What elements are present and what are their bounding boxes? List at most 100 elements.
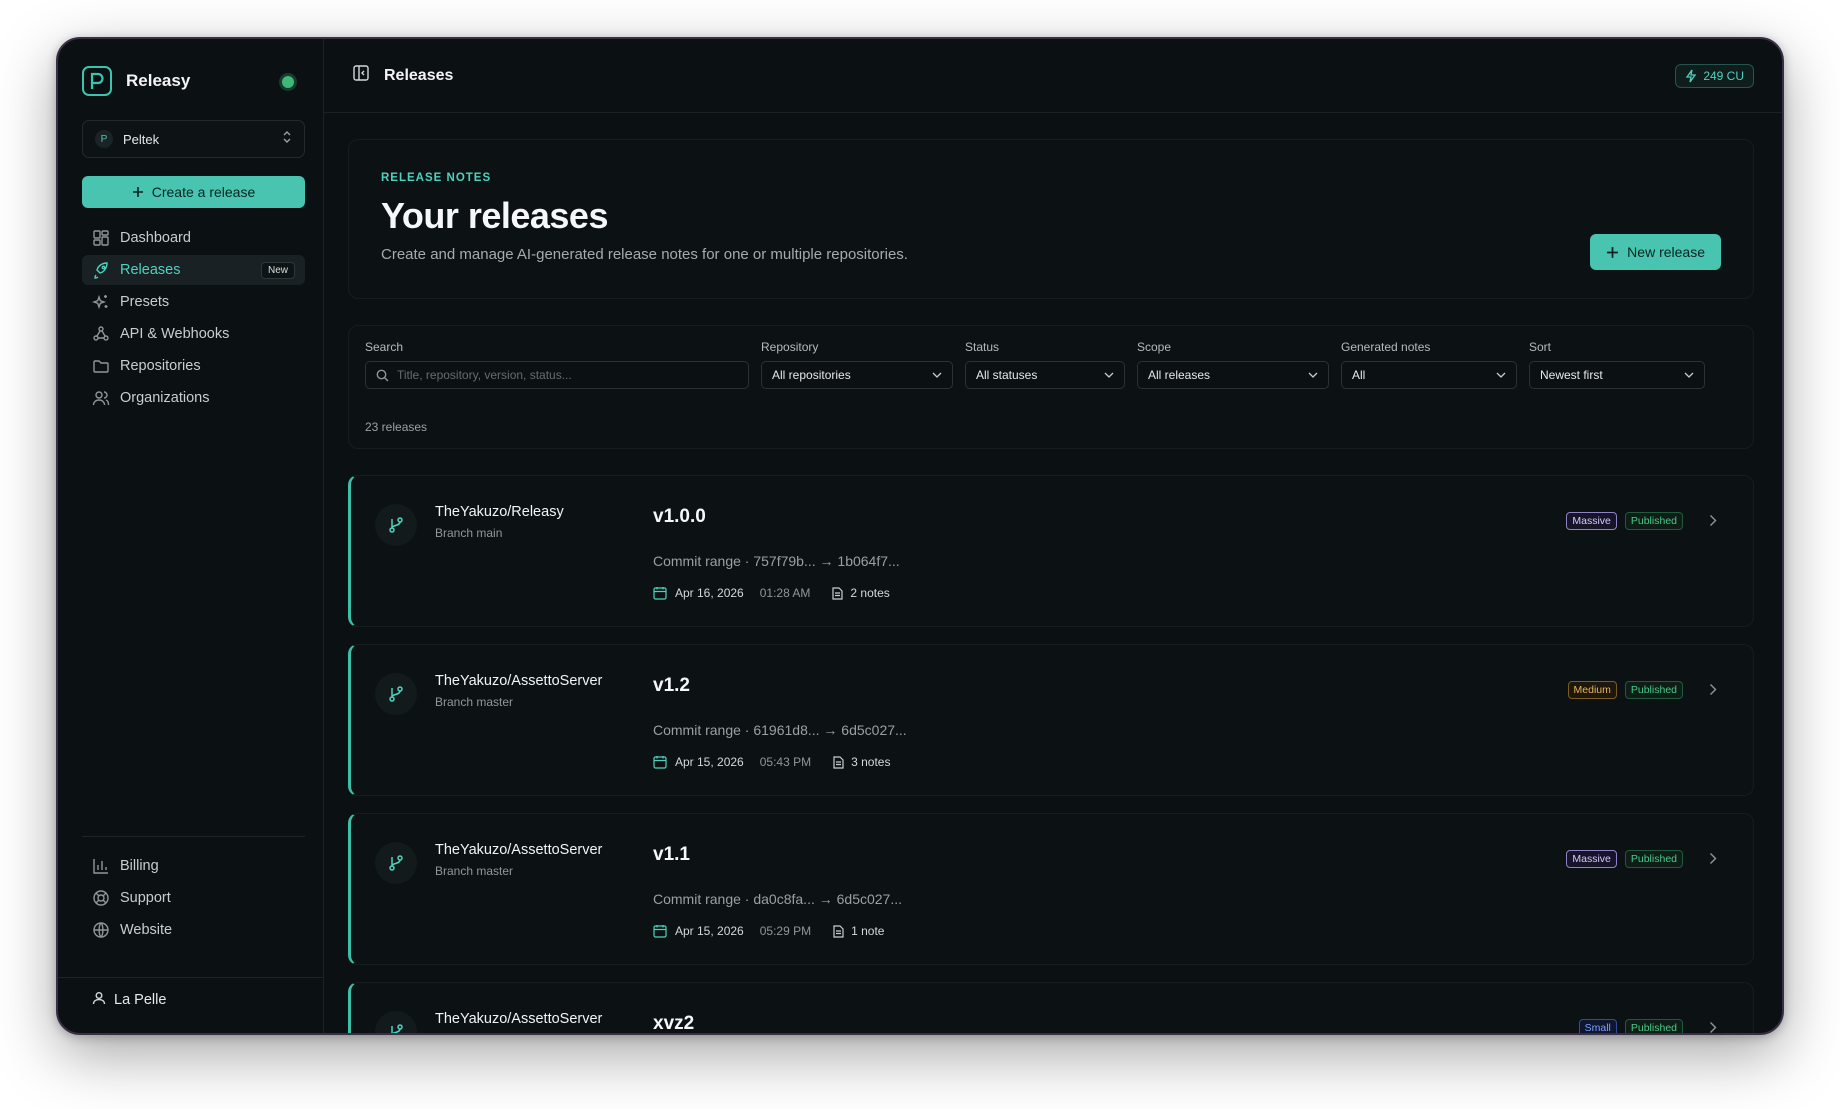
release-version: v1.2 (653, 675, 690, 696)
release-card[interactable]: TheYakuzo/AssettoServer Branch master v1… (348, 813, 1754, 965)
commit-range: Commit range · 757f79b... → 1b064f7... (653, 553, 900, 569)
brand[interactable]: Releasy (82, 66, 190, 96)
release-version: v1.1 (653, 844, 690, 865)
notes-count: 1 note (833, 924, 884, 938)
lifebuoy-icon (92, 889, 110, 907)
new-release-button[interactable]: New release (1590, 234, 1721, 270)
chevron-right-icon[interactable] (1709, 514, 1717, 527)
release-tags: Small Published (1578, 1019, 1683, 1033)
repository-filter: Repository All repositories (761, 340, 953, 389)
release-tags: Medium Published (1567, 681, 1683, 699)
scope-value: All releases (1148, 368, 1211, 382)
repository-value: All repositories (772, 368, 851, 382)
sidebar-item-label: Repositories (120, 358, 201, 374)
search-label: Search (365, 340, 404, 354)
toggle-sidebar-icon[interactable] (352, 64, 370, 87)
sort-label: Sort (1529, 340, 1552, 354)
lightning-icon (1686, 69, 1697, 82)
sidebar-item-label: Website (120, 922, 173, 938)
scope-select[interactable]: All releases (1137, 361, 1329, 389)
document-icon (833, 924, 844, 938)
document-icon (832, 586, 844, 600)
size-badge: Massive (1566, 512, 1617, 530)
release-meta: Apr 15, 2026 05:29 PM 1 note (653, 924, 884, 938)
release-date: Apr 15, 2026 (675, 755, 744, 769)
chevron-down-icon (1684, 372, 1694, 378)
size-badge: Massive (1566, 850, 1617, 868)
user-icon (92, 991, 106, 1009)
sidebar-item-label: Organizations (120, 390, 210, 406)
sidebar-item-label: Support (120, 890, 171, 906)
hero-eyebrow: RELEASE NOTES (381, 172, 492, 184)
release-card[interactable]: TheYakuzo/Releasy Branch main v1.0.0 Com… (348, 475, 1754, 627)
chevron-right-icon[interactable] (1709, 1021, 1717, 1034)
release-time: 05:29 PM (759, 924, 812, 938)
status-badge: Published (1624, 681, 1683, 699)
dashboard-icon (92, 229, 110, 247)
branch-name: Branch master (435, 695, 514, 709)
sidebar-item-label: Releases (120, 262, 181, 278)
sidebar: Releasy P Peltek Create a release Dashbo… (58, 39, 324, 1033)
sidebar-item-label: API & Webhooks (120, 326, 230, 342)
sidebar-item-website[interactable]: Website (82, 915, 305, 945)
globe-icon (92, 921, 110, 939)
notes-count-label: 1 note (851, 924, 885, 938)
status-filter: Status All statuses (965, 340, 1125, 389)
sidebar-item-releases[interactable]: Releases New (82, 255, 305, 285)
notes-count: 2 notes (832, 586, 890, 600)
sort-select[interactable]: Newest first (1529, 361, 1705, 389)
sidebar-item-label: Dashboard (120, 230, 191, 246)
document-icon (833, 755, 844, 769)
notes-count-label: 3 notes (851, 755, 891, 769)
sidebar-item-api-webhooks[interactable]: API & Webhooks (82, 319, 305, 349)
chevron-right-icon[interactable] (1709, 852, 1717, 865)
sidebar-item-presets[interactable]: Presets (82, 287, 305, 317)
status-badge: Published (1624, 850, 1683, 868)
app-name: Releasy (126, 71, 191, 90)
folder-icon (92, 357, 110, 375)
rocket-icon (92, 261, 110, 279)
release-card[interactable]: TheYakuzo/AssettoServer xvz2 Small Publi… (348, 982, 1754, 1034)
generated-notes-filter: Generated notes All (1341, 340, 1517, 389)
commit-range: Commit range · 61961d8... → 6d5c027... (653, 722, 907, 738)
sidebar-item-repositories[interactable]: Repositories (82, 351, 305, 381)
search-input[interactable]: Title, repository, version, status... (365, 361, 749, 389)
users-icon (92, 389, 110, 407)
status-label: Status (965, 340, 1000, 354)
topbar: Releases 249 CU (324, 39, 1782, 113)
notes-count: 3 notes (833, 755, 890, 769)
calendar-icon (653, 756, 667, 769)
chevron-down-icon (1308, 372, 1318, 378)
org-name: Peltek (123, 131, 160, 147)
sort-value: Newest first (1540, 368, 1603, 382)
status-select[interactable]: All statuses (965, 361, 1125, 389)
new-badge: New (260, 261, 295, 279)
release-card[interactable]: TheYakuzo/AssettoServer Branch master v1… (348, 644, 1754, 796)
chevron-right-icon[interactable] (1709, 683, 1717, 696)
sidebar-item-dashboard[interactable]: Dashboard (82, 223, 305, 253)
generated-notes-select[interactable]: All (1341, 361, 1517, 389)
page-title: Releases (384, 66, 454, 84)
sort-filter: Sort Newest first (1529, 340, 1705, 389)
chevron-down-icon (1104, 372, 1114, 378)
sidebar-item-support[interactable]: Support (82, 883, 305, 913)
sparkles-icon (92, 293, 110, 311)
release-time: 01:28 AM (759, 586, 811, 600)
sidebar-bottom-nav: Billing Support Website (82, 851, 305, 947)
create-release-label: Create a release (151, 184, 256, 200)
sidebar-item-organizations[interactable]: Organizations (82, 383, 305, 413)
notes-count-label: 2 notes (850, 586, 890, 600)
org-avatar: P (95, 130, 113, 148)
repository-select[interactable]: All repositories (761, 361, 953, 389)
release-list: TheYakuzo/Releasy Branch main v1.0.0 Com… (348, 475, 1754, 1034)
sidebar-item-billing[interactable]: Billing (82, 851, 305, 881)
org-switcher[interactable]: P Peltek (82, 120, 305, 158)
credits-badge[interactable]: 249 CU (1675, 63, 1754, 88)
user-menu[interactable]: La Pelle (92, 991, 166, 1009)
filters-panel: Search Title, repository, version, statu… (348, 325, 1754, 449)
branch-name: Branch main (435, 526, 503, 540)
git-branch-icon (375, 842, 417, 884)
release-version: xvz2 (653, 1013, 695, 1034)
releasy-logo-icon (82, 66, 112, 96)
create-release-button[interactable]: Create a release (82, 176, 305, 208)
